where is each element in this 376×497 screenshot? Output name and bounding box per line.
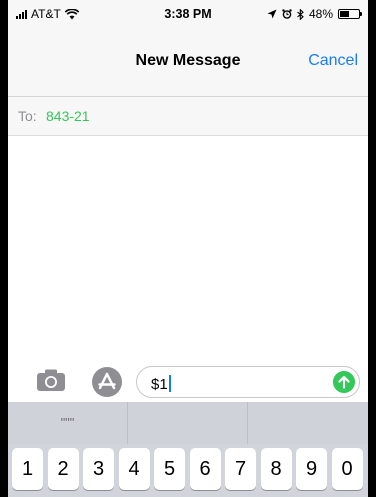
suggestion-3[interactable] xyxy=(248,402,368,444)
app-store-icon[interactable] xyxy=(92,367,122,397)
status-right: 48% xyxy=(267,7,362,21)
message-thread-area xyxy=(8,136,368,362)
nav-bar: New Message Cancel xyxy=(8,26,368,97)
key-6[interactable]: 6 xyxy=(189,448,221,490)
key-0[interactable]: 0 xyxy=(331,448,363,490)
camera-icon[interactable] xyxy=(36,368,66,392)
send-arrow-icon[interactable] xyxy=(333,371,355,393)
compose-bar: $1 xyxy=(8,362,368,402)
key-9[interactable]: 9 xyxy=(296,448,327,490)
keyboard-suggestion-bar: """ xyxy=(8,402,368,444)
status-bar: AT&T 3:38 PM 48% xyxy=(8,0,368,26)
location-arrow-icon xyxy=(267,9,277,19)
recipient-label: To: xyxy=(18,108,37,124)
key-3[interactable]: 3 xyxy=(83,448,114,490)
keyboard-digit-row: 1 2 3 4 5 6 7 8 9 0 xyxy=(8,444,368,497)
key-7[interactable]: 7 xyxy=(225,448,256,490)
cancel-button[interactable]: Cancel xyxy=(308,52,358,70)
key-8[interactable]: 8 xyxy=(260,448,292,490)
battery-percent: 48% xyxy=(308,7,333,21)
messages-screen: AT&T 3:38 PM 48% New Message Cancel To: … xyxy=(8,0,368,497)
message-input[interactable]: $1 xyxy=(136,366,360,398)
message-text: $1 xyxy=(151,375,171,393)
key-2[interactable]: 2 xyxy=(47,448,79,490)
key-5[interactable]: 5 xyxy=(154,448,185,490)
alarm-icon xyxy=(282,9,292,19)
key-1[interactable]: 1 xyxy=(12,448,43,490)
recipient-field[interactable]: To: 843-21 xyxy=(8,97,368,136)
key-4[interactable]: 4 xyxy=(118,448,150,490)
bluetooth-icon xyxy=(297,8,304,20)
suggestion-2[interactable] xyxy=(128,402,248,444)
battery-icon xyxy=(338,9,362,19)
recipient-token[interactable]: 843-21 xyxy=(46,108,90,124)
suggestion-1[interactable]: """ xyxy=(8,402,128,444)
